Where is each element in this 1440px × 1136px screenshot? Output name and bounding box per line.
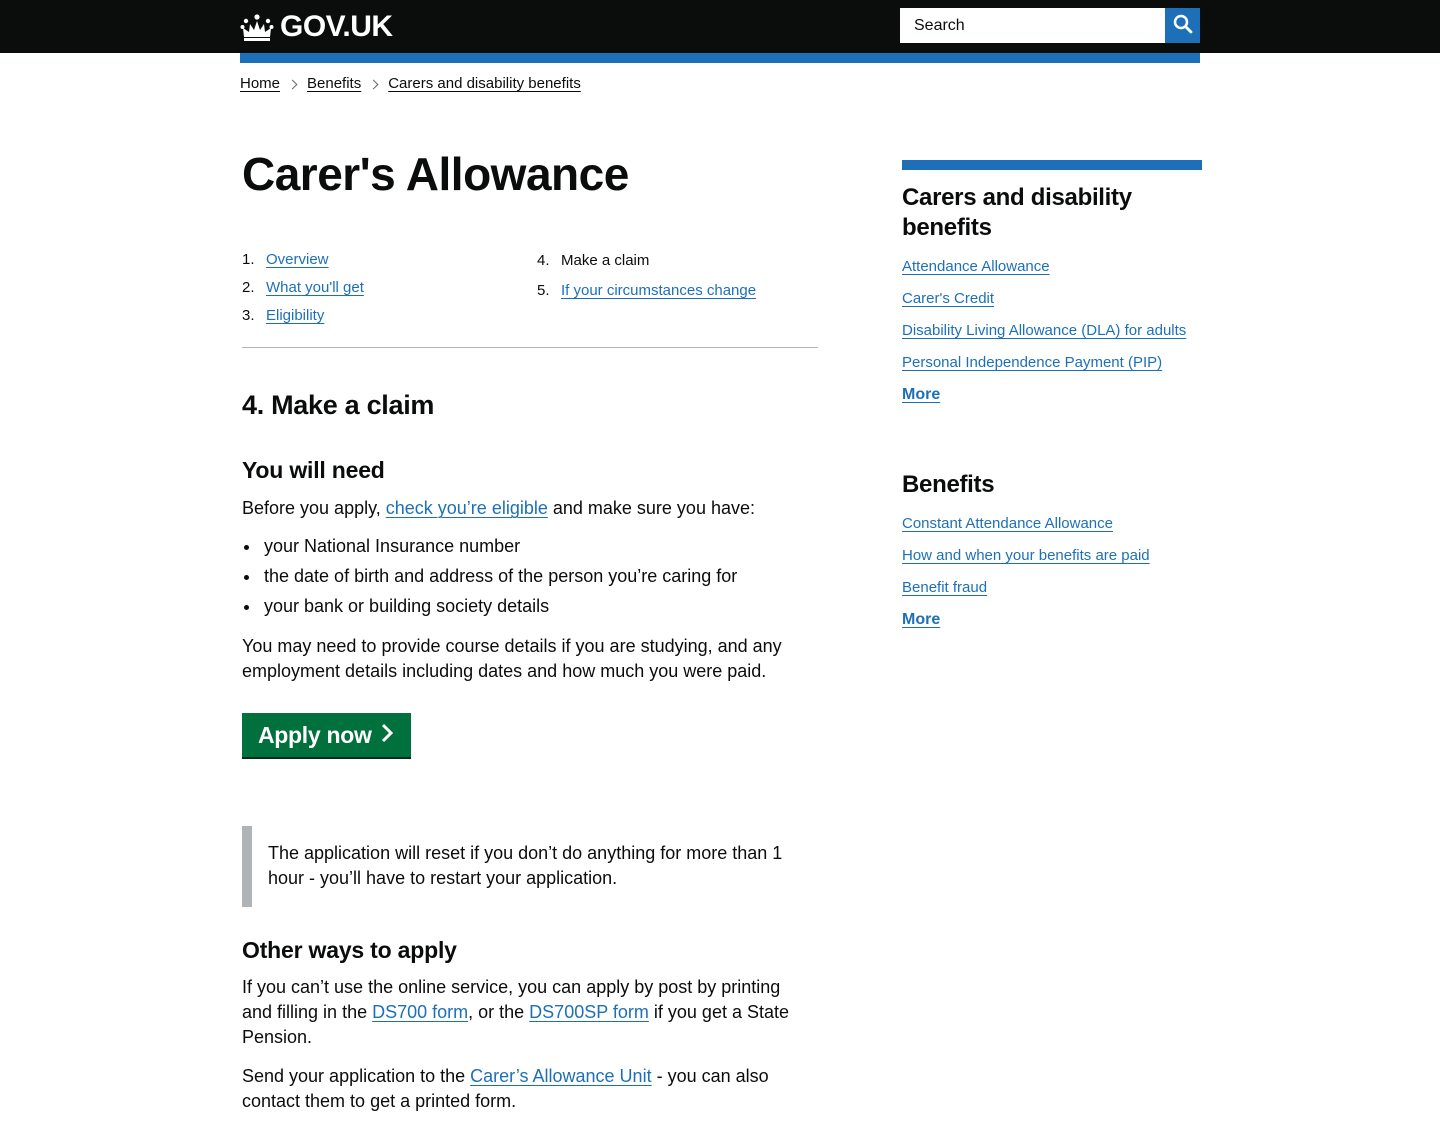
- breadcrumb-carers-disability[interactable]: Carers and disability benefits: [388, 74, 581, 94]
- sidebar-link-benefits-paid[interactable]: How and when your benefits are paid: [902, 547, 1150, 564]
- apply-now-button[interactable]: Apply now: [242, 713, 411, 757]
- intro-text: Before you apply,: [242, 498, 386, 518]
- contents-current-make-a-claim: Make a claim: [561, 252, 650, 269]
- chevron-right-icon: [372, 723, 394, 748]
- intro-paragraph: Before you apply, check you’re eligible …: [242, 496, 818, 521]
- post-text: , or the: [468, 1002, 530, 1022]
- sidebar-link-list: Attendance Allowance Carer's Credit Disa…: [902, 257, 1202, 405]
- search-icon: [1173, 14, 1193, 37]
- contents-divider: [242, 347, 818, 348]
- sidebar-link-attendance-allowance[interactable]: Attendance Allowance: [902, 258, 1050, 275]
- page-title: Carer's Allowance: [242, 148, 629, 200]
- intro-text: and make sure you have:: [547, 498, 755, 518]
- course-details-paragraph: You may need to provide course details i…: [242, 636, 782, 681]
- sidebar-section-benefits: Benefits Constant Attendance Allowance H…: [902, 470, 1202, 642]
- sidebar-more-link[interactable]: More: [902, 611, 940, 628]
- sidebar-link-benefit-fraud[interactable]: Benefit fraud: [902, 579, 987, 596]
- carers-allowance-unit-link[interactable]: Carer’s Allowance Unit: [470, 1066, 651, 1086]
- contents-link-overview[interactable]: Overview: [266, 251, 329, 268]
- contents-number: 1.: [242, 251, 255, 268]
- sidebar-section-carers: Carers and disability benefits Attendanc…: [902, 183, 1202, 417]
- inset-text: The application will reset if you don’t …: [242, 826, 802, 907]
- sidebar-blue-bar: [902, 160, 1202, 170]
- contents-item: 3. Eligibility: [242, 306, 364, 326]
- govuk-logo-link[interactable]: GOV.UK: [240, 10, 393, 43]
- contents-number: 3.: [242, 307, 255, 324]
- sidebar-heading: Carers and disability benefits: [902, 184, 1132, 241]
- sidebar-more-link[interactable]: More: [902, 386, 940, 403]
- send-application-paragraph: Send your application to the Carer’s All…: [242, 1064, 802, 1114]
- other-ways-heading: Other ways to apply: [242, 937, 457, 963]
- contents-number: 2.: [242, 279, 255, 296]
- sidebar-link-constant-attendance[interactable]: Constant Attendance Allowance: [902, 515, 1113, 532]
- requirements-list: your National Insurance number the date …: [242, 534, 737, 624]
- logo-text: GOV.UK: [280, 10, 393, 43]
- search-form: [900, 8, 1200, 43]
- breadcrumb-benefits[interactable]: Benefits: [307, 74, 361, 94]
- sidebar-link-pip[interactable]: Personal Independence Payment (PIP): [902, 354, 1162, 371]
- send-text: Send your application to the: [242, 1066, 471, 1086]
- breadcrumb-home[interactable]: Home: [240, 74, 280, 94]
- contents-link-eligibility[interactable]: Eligibility: [266, 307, 324, 324]
- contents-number: 5.: [537, 282, 550, 299]
- you-will-need-heading: You will need: [242, 457, 385, 483]
- contents-link-circumstances-change[interactable]: If your circumstances change: [561, 282, 756, 299]
- apply-now-label: Apply now: [258, 721, 372, 748]
- post-application-paragraph: If you can’t use the online service, you…: [242, 975, 812, 1050]
- contents-item: 1. Overview: [242, 250, 364, 270]
- list-item: your National Insurance number: [242, 534, 737, 559]
- sidebar-link-list: Constant Attendance Allowance How and wh…: [902, 514, 1202, 630]
- part-title: 4. Make a claim: [242, 390, 435, 420]
- site-header: GOV.UK: [0, 0, 1440, 53]
- header-blue-bar: [240, 53, 1200, 63]
- contents-item: 4. Make a claim: [537, 251, 756, 271]
- ds700-form-link[interactable]: DS700 form: [372, 1002, 468, 1022]
- list-item: the date of birth and address of the per…: [242, 564, 737, 589]
- search-input[interactable]: [900, 8, 1165, 43]
- sidebar-heading: Benefits: [902, 471, 995, 498]
- contents-item: 2. What you'll get: [242, 278, 364, 298]
- breadcrumb-separator-icon: [368, 79, 379, 89]
- contents-item: 5. If your circumstances change: [537, 281, 756, 301]
- sidebar-link-carers-credit[interactable]: Carer's Credit: [902, 290, 994, 307]
- contents-link-what-youll-get[interactable]: What you'll get: [266, 279, 364, 296]
- sidebar-link-dla-adults[interactable]: Disability Living Allowance (DLA) for ad…: [902, 322, 1186, 339]
- check-eligible-link[interactable]: check you’re eligible: [386, 498, 548, 518]
- ds700sp-form-link[interactable]: DS700SP form: [529, 1002, 649, 1022]
- contents-number: 4.: [537, 252, 550, 269]
- list-item: your bank or building society details: [242, 594, 737, 619]
- breadcrumb-separator-icon: [287, 79, 298, 89]
- crown-icon: [240, 13, 280, 41]
- search-button[interactable]: [1165, 8, 1200, 43]
- breadcrumb: Home Benefits Carers and disability bene…: [240, 74, 581, 94]
